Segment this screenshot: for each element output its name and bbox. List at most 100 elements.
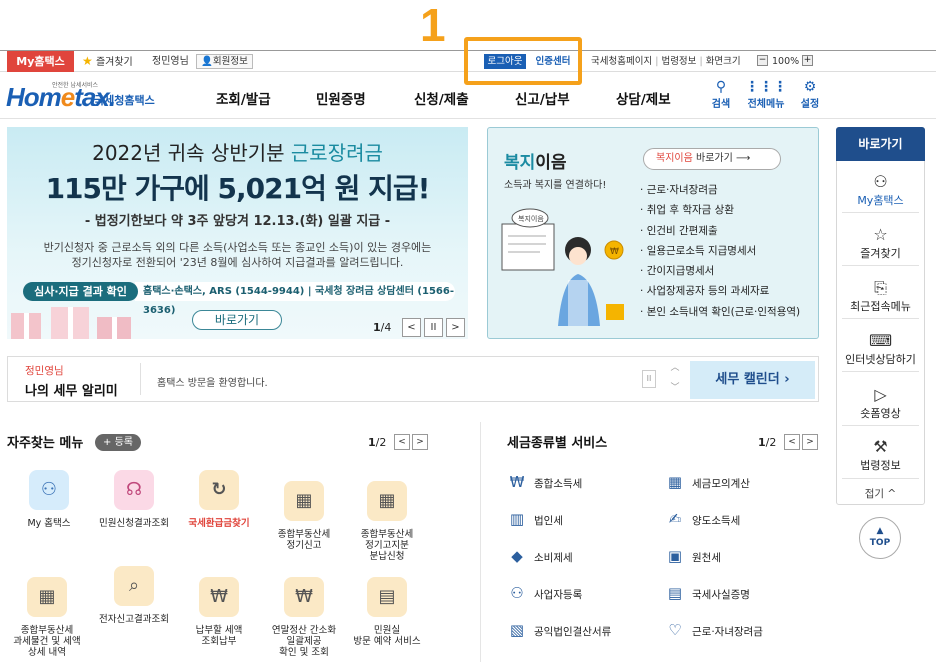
tax-services-page-count: 1/2 — [758, 436, 782, 449]
zoom-out-button[interactable]: − — [757, 55, 768, 66]
tax-service-label: 종합소득세 — [534, 478, 583, 490]
top-button[interactable]: ▲ TOP — [859, 517, 901, 559]
welfare-item[interactable]: 취업 후 학자금 상환 — [640, 200, 800, 220]
gnb-apply-submit[interactable]: 신청/제출 — [414, 88, 469, 108]
gnb-report-pay[interactable]: 신고/납부 — [515, 88, 570, 108]
top-label: TOP — [869, 538, 891, 548]
quick-law[interactable]: ⚒ 법령정보 — [836, 437, 925, 473]
tax-service-transfer[interactable]: ✍ 양도소득세 — [664, 509, 741, 529]
gnb-civil-certificate[interactable]: 민원증명 — [316, 88, 366, 108]
gnb-consult-report[interactable]: 상담/제보 — [616, 88, 671, 108]
welfare-item[interactable]: 본인 소득내역 확인(근로·인적용역) — [640, 302, 800, 322]
banner-description-line2: 정기신청자로 전환되어 '23년 8월에 심사하여 지급결과를 알려드립니다. — [71, 256, 404, 269]
settings-button[interactable]: ⚙ 설정 — [785, 80, 835, 111]
tax-service-label: 원천세 — [692, 552, 721, 564]
person-icon: 👤 — [201, 56, 213, 67]
favorites-link[interactable]: ★ 즐겨찾기 — [82, 51, 133, 72]
document-icon: ▤ — [667, 584, 683, 602]
calculator-icon: ▦ — [667, 473, 683, 491]
frequent-item-refund[interactable]: ↻ 국세환급금찾기 — [178, 470, 260, 529]
search-label: 검색 — [711, 99, 731, 110]
main-banner[interactable]: 2022년 귀속 상반기분 근로장려금 115만 가구에 5,021억 원 지급… — [7, 127, 468, 339]
banner-prev-button[interactable]: < — [402, 317, 421, 337]
frequent-next-button[interactable]: > — [412, 434, 428, 450]
notice-pause-button[interactable]: II — [642, 370, 656, 388]
welfare-item[interactable]: 간이지급명세서 — [640, 261, 800, 281]
tax-service-public-interest[interactable]: ▧ 공익법인결산서류 — [506, 620, 611, 640]
notice-message: 홈택스 방문을 환영합니다. — [157, 378, 268, 389]
tax-services-next-button[interactable]: > — [802, 434, 818, 450]
nts-home-link[interactable]: 국세청홈페이지 — [591, 56, 652, 67]
gnb-lookup-issue[interactable]: 조회/발급 — [216, 88, 271, 108]
star-icon: ☆ — [873, 225, 888, 244]
quick-recent[interactable]: ⎘ 최근접속메뉴 — [836, 278, 925, 314]
member-info-button[interactable]: 👤회원정보 — [196, 54, 253, 69]
banner-description-line1: 반기신청자 중 근로소득 외의 다른 소득(사업소득 또는 종교인 소득)이 있… — [43, 241, 432, 254]
law-info-link[interactable]: 법령정보 — [661, 56, 696, 67]
frequent-item-property-tax-installment[interactable]: ▦ 종합부동산세 정기고지분 분납신청 — [346, 470, 428, 562]
banner-main-text: 115만 가구에 5,021억 원 지급! — [45, 172, 431, 205]
welfare-item[interactable]: 인건비 간편제출 — [640, 221, 800, 241]
quick-separator — [842, 478, 919, 479]
calendar-icon: ▦ — [284, 481, 324, 521]
welfare-item[interactable]: 근로·자녀장려금 — [640, 180, 800, 200]
tax-services-prev-button[interactable]: < — [784, 434, 800, 450]
tax-service-consumption[interactable]: ◆ 소비제세 — [506, 546, 572, 566]
tax-service-business-registration[interactable]: ⚇ 사업자등록 — [506, 583, 582, 603]
myhome-tab[interactable]: My홈택스 — [7, 51, 74, 72]
quick-myhome-label: My홈택스 — [857, 194, 904, 207]
tax-service-earned-income-credit[interactable]: ♡ 근로·자녀장려금 — [664, 620, 763, 640]
tax-services-page-current: 1 — [758, 435, 766, 449]
tax-service-withholding[interactable]: ▣ 원천세 — [664, 546, 721, 566]
quick-shortform[interactable]: ▷ 숏폼영상 — [836, 385, 925, 421]
frequent-item-tax-payment[interactable]: ₩ 납부할 세액 조회납부 — [178, 566, 260, 647]
welfare-go-button[interactable]: 복지이음 바로가기 ⟶ — [643, 148, 781, 170]
welfare-card[interactable]: 복지이음 소득과 복지를 연결하다! 복지이음 바로가기 ⟶ 복지이음 ₩ 근로… — [487, 127, 819, 339]
frequent-item-visit-reservation[interactable]: ▤ 민원실 방문 예약 서비스 — [346, 566, 428, 647]
welfare-item[interactable]: 사업장제공자 등의 과세자료 — [640, 281, 800, 301]
diamond-icon: ◆ — [511, 547, 523, 565]
play-icon: ▷ — [874, 385, 887, 404]
laptop-icon: ⌨ — [868, 331, 893, 350]
banner-pager: 1/4 < II > — [373, 317, 465, 337]
refund-icon: ↻ — [199, 470, 239, 510]
tax-service-simulation[interactable]: ▦ 세금모의계산 — [664, 472, 750, 492]
frequent-item-myhome[interactable]: ⚇ My 홈택스 — [8, 470, 90, 529]
welfare-link-b: 바로가기 ⟶ — [692, 153, 751, 164]
quick-myhome[interactable]: ⚇ My홈택스 — [836, 172, 925, 208]
welfare-title-a: 복지 — [504, 153, 536, 173]
tax-calendar-button[interactable]: 세무 캘린더 › — [690, 361, 815, 399]
welfare-link-a: 복지이음 — [656, 153, 693, 164]
quick-consult[interactable]: ⌨ 인터넷상담하기 — [836, 331, 925, 367]
frequent-item-civil-result[interactable]: ☊ 민원신청결과조회 — [93, 470, 175, 529]
won-icon: ₩ — [509, 473, 525, 491]
welfare-item[interactable]: 일용근로소득 지급명세서 — [640, 241, 800, 261]
frequent-item-property-tax-report[interactable]: ▦ 종합부동산세 정기신고 — [263, 470, 345, 551]
user-name: 정민영님 — [152, 56, 189, 67]
notice-scroll-arrows[interactable]: ︿ ﹀ — [666, 358, 684, 400]
banner-next-button[interactable]: > — [446, 317, 465, 337]
frequent-prev-button[interactable]: < — [394, 434, 410, 450]
annotation-number: 1 — [420, 0, 446, 51]
search-button[interactable]: ⚲ 검색 — [696, 79, 746, 111]
banner-go-button[interactable]: 바로가기 — [192, 310, 282, 330]
banner-pause-button[interactable]: II — [424, 317, 443, 337]
tax-service-fact-certificate[interactable]: ▤ 국세사실증명 — [664, 583, 750, 603]
all-menu-button[interactable]: ⋮⋮⋮ 전체메뉴 — [741, 80, 791, 111]
frequent-register-button[interactable]: + 등록 — [95, 434, 141, 451]
frequent-item-e-report-result[interactable]: ⌕ 전자신고결과조회 — [93, 566, 175, 625]
zoom-in-button[interactable]: + — [802, 55, 813, 66]
search-icon: ⚲ — [715, 79, 727, 95]
quick-separator — [842, 318, 919, 319]
money-hand-icon: ₩ — [284, 577, 324, 617]
chevron-up-icon[interactable]: ︿ — [666, 358, 684, 378]
quick-separator — [842, 265, 919, 266]
quick-favorites[interactable]: ☆ 즐겨찾기 — [836, 225, 925, 261]
section-divider — [480, 422, 481, 662]
frequent-item-year-end-settlement[interactable]: ₩ 연말정산 간소화 일괄제공 확인 및 조회 — [263, 566, 345, 658]
tax-service-corporate[interactable]: ▥ 법인세 — [506, 509, 563, 529]
quick-fold-button[interactable]: 접기 ^ — [836, 486, 925, 501]
chevron-down-icon[interactable]: ﹀ — [666, 378, 684, 398]
tax-service-global-income[interactable]: ₩ 종합소득세 — [506, 472, 583, 492]
frequent-item-property-tax-detail[interactable]: ▦ 종합부동산세 과세물건 및 세액 상세 내역 — [6, 566, 88, 658]
